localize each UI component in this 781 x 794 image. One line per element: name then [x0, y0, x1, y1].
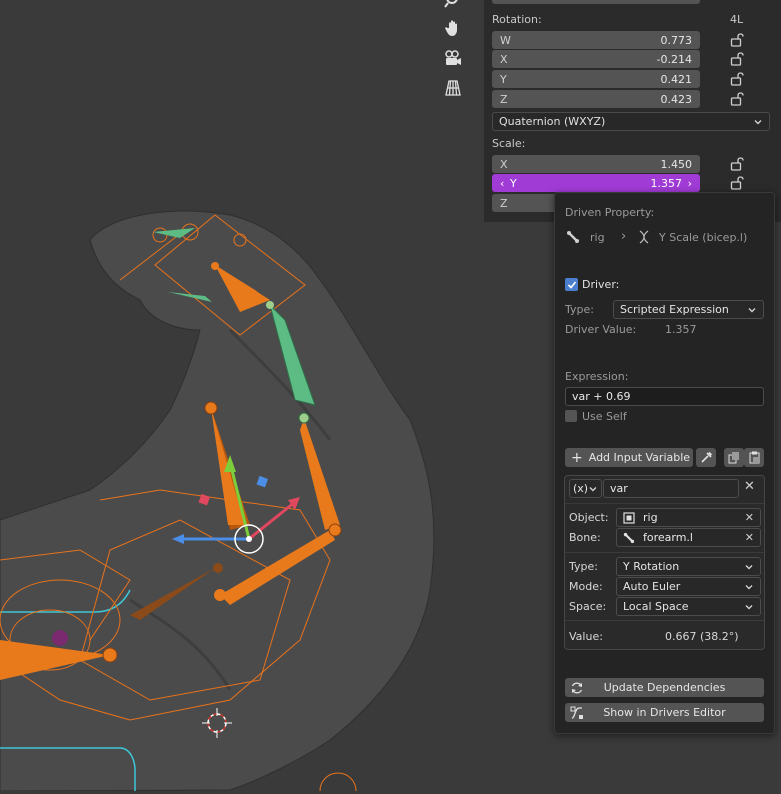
drivers-editor-icon	[570, 706, 583, 719]
lock-icon[interactable]	[730, 52, 744, 66]
lock-icon[interactable]	[730, 157, 744, 171]
scale-y-field[interactable]: ‹ Y 1.357 ›	[492, 174, 700, 192]
use-self-label: Use Self	[582, 410, 627, 423]
bone-icon	[623, 532, 635, 543]
chevron-down-icon	[754, 119, 762, 124]
dna-property-icon	[639, 230, 649, 244]
mode-label: Mode:	[569, 580, 603, 593]
driver-type-dropdown[interactable]: Scripted Expression	[613, 300, 764, 319]
bone-label: Bone:	[569, 531, 601, 544]
rotation-z-field[interactable]: Z 0.423	[492, 90, 700, 108]
grid-perspective-icon[interactable]	[440, 76, 466, 100]
object-field[interactable]: rig ✕	[616, 508, 761, 527]
space-dropdown[interactable]: Local Space	[616, 597, 761, 616]
chevron-down-icon	[745, 604, 753, 609]
add-input-variable-button[interactable]: + Add Input Variable	[565, 448, 693, 467]
update-dependencies-button[interactable]: Update Dependencies	[565, 678, 764, 697]
clear-object-icon[interactable]: ✕	[745, 511, 754, 524]
lock-icon[interactable]	[730, 33, 744, 47]
driver-checkbox[interactable]	[565, 278, 578, 291]
driver-value-label: Driver Value:	[565, 323, 637, 336]
bone-icon	[567, 231, 579, 243]
driver-checkbox-label: Driver:	[582, 278, 620, 291]
variable-value: 0.667 (38.2°)	[665, 630, 739, 643]
clear-bone-icon[interactable]: ✕	[745, 531, 754, 544]
lock-icon[interactable]	[730, 72, 744, 86]
variable-type-label: Type:	[569, 560, 598, 573]
object-label: Object:	[569, 511, 609, 524]
rotation-x-field[interactable]: X -0.214	[492, 50, 700, 68]
copy-variables-icon[interactable]	[724, 448, 744, 467]
driver-type-label: Type:	[565, 303, 594, 316]
location-z-field[interactable]	[492, 0, 700, 4]
variable-name-input[interactable]: var	[603, 479, 739, 498]
arm-mesh	[0, 210, 435, 792]
transform-panel: Rotation: 4L W 0.773 X -0.214 Y 0.421 Z 0.42…	[484, 0, 781, 222]
rotation-mode-var-dropdown[interactable]: Auto Euler	[616, 577, 761, 596]
checkmark-icon	[567, 280, 576, 289]
variable-type-dropdown[interactable]: (x)	[569, 479, 602, 498]
chevron-down-icon	[748, 307, 756, 312]
variable-value-label: Value:	[569, 630, 603, 643]
camera-icon[interactable]	[440, 46, 466, 70]
rotation-mode-dropdown[interactable]: Quaternion (WXYZ)	[492, 112, 770, 131]
plus-icon: +	[571, 449, 583, 466]
rotation-label: Rotation:	[492, 13, 542, 26]
use-self-checkbox[interactable]	[565, 410, 577, 422]
lock-icon[interactable]	[730, 176, 744, 190]
driven-path-object: rig	[590, 231, 605, 244]
remove-variable-icon[interactable]: ✕	[744, 479, 755, 494]
driver-popover: Driven Property: rig › Y Scale (bicep.l)…	[554, 192, 775, 734]
rotation-mode-badge: 4L	[730, 13, 744, 26]
scale-label: Scale:	[492, 137, 526, 150]
space-label: Space:	[569, 600, 607, 613]
paste-variables-icon[interactable]	[744, 448, 764, 467]
driven-path-property: Y Scale (bicep.l)	[659, 231, 748, 244]
chevron-right-icon[interactable]: ›	[682, 177, 692, 190]
eyedropper-icon[interactable]	[696, 448, 716, 467]
armature-object-icon	[623, 511, 635, 524]
scale-x-field[interactable]: X 1.450	[492, 155, 700, 173]
chevron-down-icon	[589, 486, 597, 491]
chevron-down-icon	[745, 564, 753, 569]
input-variable-box: (x) var ✕ Object: rig ✕ Bone: forearm.l …	[564, 475, 765, 650]
hand-pan-icon[interactable]	[440, 16, 466, 40]
driver-value: 1.357	[665, 323, 697, 336]
zoom-icon[interactable]	[440, 0, 466, 12]
chevron-left-icon[interactable]: ‹	[500, 177, 510, 190]
expression-label: Expression:	[565, 370, 629, 383]
rotation-y-field[interactable]: Y 0.421	[492, 70, 700, 88]
transform-type-dropdown[interactable]: Y Rotation	[616, 557, 761, 576]
rotation-w-field[interactable]: W 0.773	[492, 31, 700, 49]
bone-field[interactable]: forearm.l ✕	[616, 528, 761, 547]
chevron-right-icon: ›	[621, 229, 627, 244]
chevron-down-icon	[745, 584, 753, 589]
driven-property-label: Driven Property:	[565, 206, 655, 219]
expression-input[interactable]: var + 0.69	[565, 387, 764, 406]
refresh-icon	[571, 682, 583, 693]
lock-icon[interactable]	[730, 92, 744, 106]
show-in-drivers-editor-button[interactable]: Show in Drivers Editor	[565, 703, 764, 722]
